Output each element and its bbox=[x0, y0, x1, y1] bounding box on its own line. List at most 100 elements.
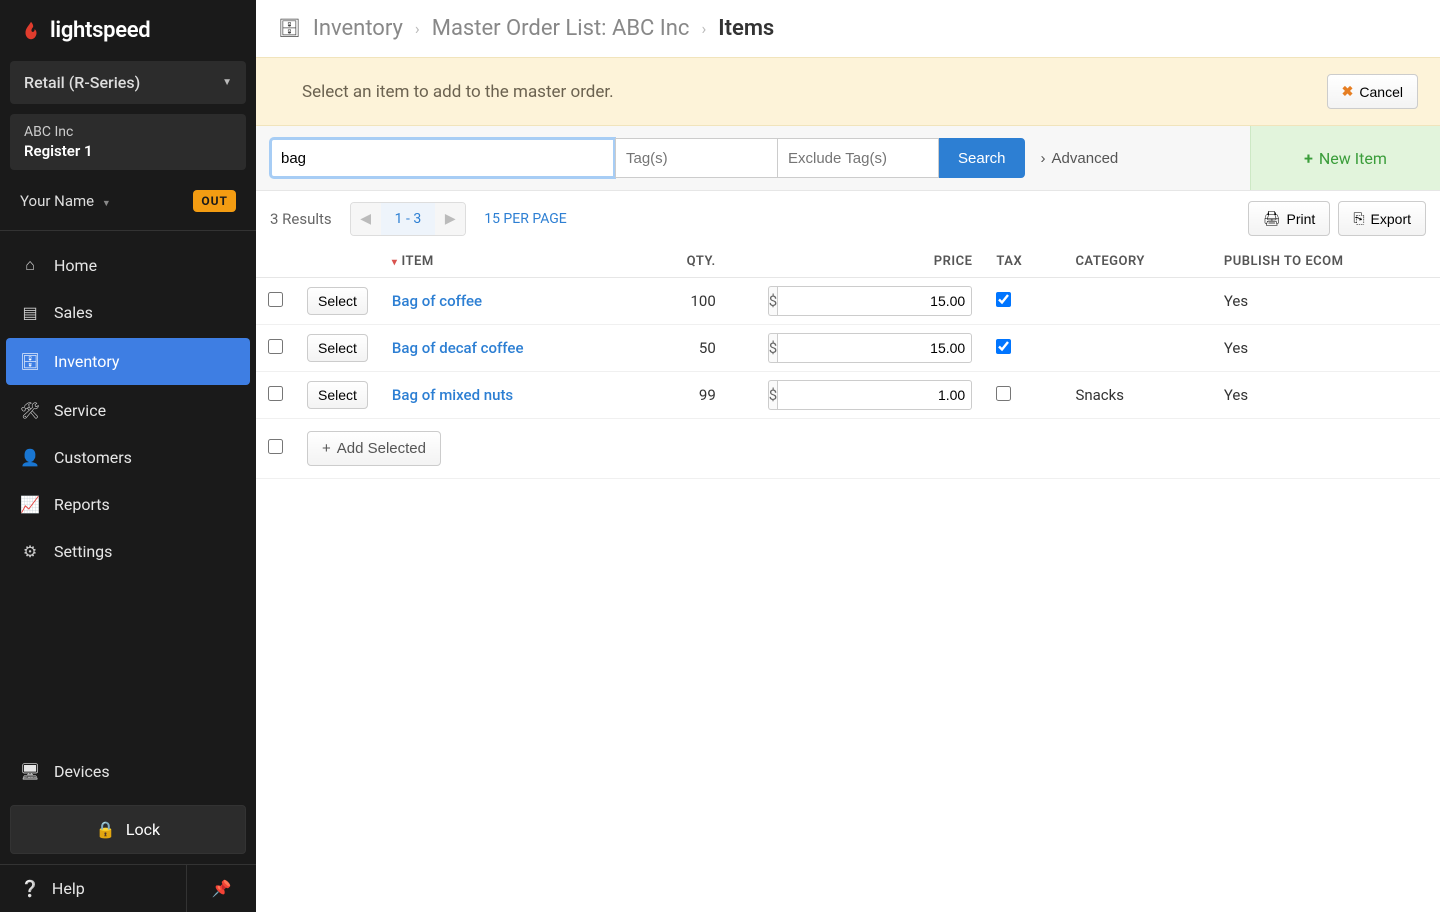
user-row: Your Name ▼ OUT bbox=[0, 174, 256, 231]
search-button[interactable]: Search bbox=[939, 138, 1025, 178]
nav-label: Home bbox=[54, 256, 97, 275]
chevron-down-icon: ▼ bbox=[222, 77, 232, 88]
currency-symbol: $ bbox=[768, 333, 777, 363]
nav-label: Settings bbox=[54, 542, 112, 561]
person-icon: 👤 bbox=[20, 448, 40, 467]
price-input[interactable] bbox=[777, 380, 972, 410]
row-checkbox[interactable] bbox=[268, 292, 283, 307]
item-link[interactable]: Bag of mixed nuts bbox=[392, 386, 513, 404]
nav-label: Sales bbox=[54, 303, 93, 322]
chevron-right-icon: › bbox=[415, 19, 420, 38]
new-item-label: New Item bbox=[1319, 149, 1387, 168]
chart-icon: 📈 bbox=[20, 495, 40, 514]
qty-cell: 100 bbox=[627, 278, 756, 325]
nav-service[interactable]: 🛠Service bbox=[0, 387, 256, 434]
user-menu[interactable]: Your Name ▼ bbox=[20, 192, 111, 210]
breadcrumb-inventory[interactable]: Inventory bbox=[313, 16, 403, 41]
select-all-checkbox[interactable] bbox=[268, 439, 283, 454]
tax-checkbox[interactable] bbox=[996, 292, 1011, 307]
breadcrumb-mol[interactable]: Master Order List: ABC Inc bbox=[432, 16, 690, 41]
product-selector-label: Retail (R-Series) bbox=[24, 73, 140, 92]
help-label: Help bbox=[52, 879, 85, 898]
print-button[interactable]: 🖨 Print bbox=[1248, 201, 1331, 236]
location-info[interactable]: ABC Inc Register 1 bbox=[10, 114, 246, 170]
tax-checkbox[interactable] bbox=[996, 339, 1011, 354]
table-row: Select Bag of decaf coffee 50 $ Yes bbox=[256, 325, 1440, 372]
currency-symbol: $ bbox=[768, 286, 777, 316]
nav-label: Reports bbox=[54, 495, 110, 514]
caret-left-icon: ◀ bbox=[360, 211, 371, 227]
advanced-button[interactable]: ›Advanced bbox=[1025, 138, 1135, 178]
box-icon: 🗄 bbox=[20, 352, 40, 371]
nav-inventory[interactable]: 🗄Inventory bbox=[6, 338, 250, 385]
col-qty[interactable]: QTY. bbox=[627, 246, 756, 278]
qty-cell: 50 bbox=[627, 325, 756, 372]
lock-button[interactable]: 🔒 Lock bbox=[10, 805, 246, 854]
pager-current[interactable]: 1 - 3 bbox=[381, 203, 436, 235]
nav-customers[interactable]: 👤 Customers bbox=[0, 434, 256, 481]
lock-label: Lock bbox=[126, 820, 160, 839]
select-button[interactable]: Select bbox=[307, 334, 368, 362]
product-selector[interactable]: Retail (R-Series) ▼ bbox=[10, 61, 246, 104]
register-icon: ▤ bbox=[20, 303, 40, 322]
x-icon: ✖ bbox=[1342, 83, 1354, 100]
add-selected-row: +Add Selected bbox=[256, 419, 1440, 479]
nav-devices[interactable]: 🖥 Devices bbox=[0, 748, 256, 795]
pager: ◀ 1 - 3 ▶ bbox=[350, 202, 467, 236]
ecom-cell: Yes bbox=[1212, 278, 1440, 325]
item-link[interactable]: Bag of decaf coffee bbox=[392, 339, 524, 357]
col-tax[interactable]: TAX bbox=[984, 246, 1063, 278]
col-price[interactable]: PRICE bbox=[756, 246, 985, 278]
nav-sales[interactable]: ▤ Sales bbox=[0, 289, 256, 336]
add-selected-button[interactable]: +Add Selected bbox=[307, 431, 441, 466]
results-toolbar: 3 Results ◀ 1 - 3 ▶ 15 PER PAGE 🖨Print ⎘… bbox=[256, 191, 1440, 246]
printer-icon: 🖨 bbox=[1263, 210, 1281, 227]
col-ecom[interactable]: PUBLISH TO ECOM bbox=[1212, 246, 1440, 278]
pin-icon: 📌 bbox=[212, 879, 232, 898]
register-name: Register 1 bbox=[24, 142, 232, 160]
price-input-group: $ bbox=[768, 380, 888, 410]
per-page-select[interactable]: 15 PER PAGE bbox=[484, 211, 567, 227]
pin-button[interactable]: 📌 bbox=[186, 865, 256, 912]
nav-settings[interactable]: ⚙ Settings bbox=[0, 528, 256, 575]
lock-icon: 🔒 bbox=[96, 820, 116, 839]
pager-next[interactable]: ▶ bbox=[435, 203, 465, 235]
select-button[interactable]: Select bbox=[307, 381, 368, 409]
col-item[interactable]: ▾ITEM bbox=[380, 246, 627, 278]
price-input[interactable] bbox=[777, 333, 972, 363]
inventory-icon: 🗄 bbox=[278, 18, 301, 39]
search-input[interactable] bbox=[270, 138, 615, 178]
select-button[interactable]: Select bbox=[307, 287, 368, 315]
nav-reports[interactable]: 📈 Reports bbox=[0, 481, 256, 528]
row-checkbox[interactable] bbox=[268, 386, 283, 401]
tags-input[interactable] bbox=[615, 138, 777, 178]
triangle-down-icon: ▼ bbox=[102, 199, 111, 209]
price-input[interactable] bbox=[777, 286, 972, 316]
status-badge[interactable]: OUT bbox=[193, 190, 236, 212]
tax-checkbox[interactable] bbox=[996, 386, 1011, 401]
export-button[interactable]: ⎘ Export bbox=[1338, 201, 1426, 236]
exclude-tags-input[interactable] bbox=[777, 138, 939, 178]
help-button[interactable]: ❔ Help bbox=[0, 865, 186, 912]
notice-message: Select an item to add to the master orde… bbox=[278, 82, 614, 102]
monitor-icon: 🖥 bbox=[20, 762, 40, 781]
gear-icon: ⚙ bbox=[20, 542, 40, 561]
currency-symbol: $ bbox=[768, 380, 777, 410]
row-checkbox[interactable] bbox=[268, 339, 283, 354]
pager-prev[interactable]: ◀ bbox=[351, 203, 381, 235]
brand-logo[interactable]: lightspeed bbox=[0, 0, 256, 55]
wrench-icon: 🛠 bbox=[20, 401, 40, 420]
chevron-right-icon: › bbox=[701, 19, 706, 38]
new-item-button[interactable]: + New Item bbox=[1250, 126, 1440, 190]
col-category[interactable]: CATEGORY bbox=[1063, 246, 1211, 278]
plus-icon: + bbox=[1304, 149, 1313, 168]
item-link[interactable]: Bag of coffee bbox=[392, 292, 482, 310]
cancel-button[interactable]: ✖Cancel bbox=[1327, 74, 1418, 109]
export-label: Export bbox=[1371, 211, 1411, 227]
breadcrumb-items: Items bbox=[718, 16, 774, 41]
nav-home[interactable]: ⌂Home bbox=[0, 241, 256, 289]
export-icon: ⎘ bbox=[1353, 210, 1364, 227]
print-label: Print bbox=[1287, 211, 1316, 227]
table-row: Select Bag of mixed nuts 99 $ Snacks Yes bbox=[256, 372, 1440, 419]
nav-label: Customers bbox=[54, 448, 132, 467]
